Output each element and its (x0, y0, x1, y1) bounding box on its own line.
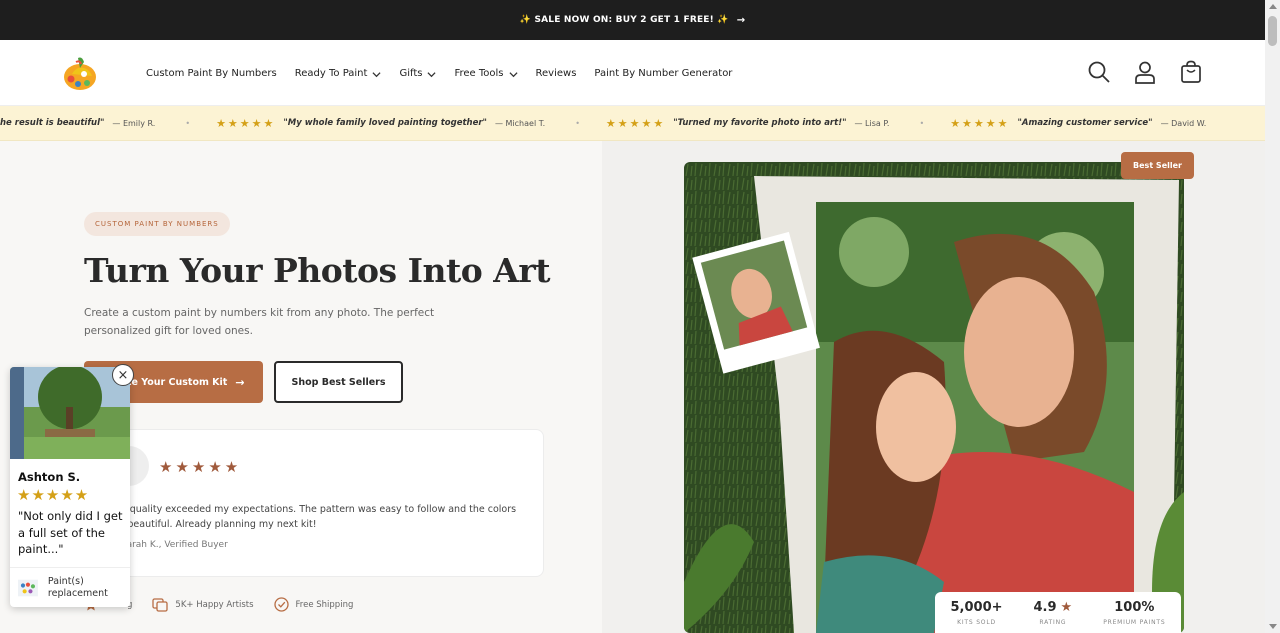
nav-label: Custom Paint By Numbers (146, 67, 277, 79)
nav-label: Ready To Paint (294, 67, 368, 79)
button-label: Shop Best Sellers (291, 376, 386, 388)
stat-value: 5,000+ (950, 600, 1003, 615)
ticker-separator: • (919, 118, 925, 128)
scroll-down-arrow-icon[interactable] (1269, 624, 1277, 629)
shop-best-sellers-button[interactable]: Shop Best Sellers (274, 361, 403, 403)
review-excerpt: "Not only did I get a full set of the pa… (18, 509, 123, 556)
nav-label: Paint By Number Generator (594, 67, 733, 79)
ticker-separator: • (185, 118, 191, 128)
ticker-author: — David W. (1160, 118, 1207, 128)
product-name: Paint(s) replacement (47, 575, 108, 599)
stat-value: 4.9 (1033, 600, 1057, 615)
review-text: The quality exceeded my expectations. Th… (109, 504, 517, 530)
check-circle-icon (273, 597, 289, 612)
chevron-down-icon (372, 71, 381, 77)
hero-title: Turn Your Photos Into Art (84, 251, 551, 290)
star-rating: ★★★★★ (950, 116, 1010, 130)
stat-label: RATING (1039, 619, 1067, 626)
star-icon: ★ (1060, 600, 1073, 615)
star-rating: ★★★★★ (17, 486, 90, 504)
frames-icon (152, 597, 169, 612)
reviewed-product[interactable]: Paint(s) replacement (10, 567, 130, 607)
search-icon[interactable] (1087, 60, 1111, 84)
review-popup[interactable]: Ashton S. ★★★★★ "Not only did I get a fu… (10, 367, 130, 607)
stat-rating: 4.9 ★ RATING (1034, 600, 1073, 633)
best-seller-badge: Best Seller (1121, 152, 1194, 179)
chevron-down-icon (508, 71, 518, 77)
main-nav: Custom Paint By Numbers Ready To Paint G… (146, 40, 750, 106)
nav-label: Free Tools (454, 67, 504, 79)
category-badge: CUSTOM PAINT BY NUMBERS (84, 212, 230, 236)
hero-image-area: Best Seller 5,000+ KITS SOLD 4.9 ★ RATING… (602, 141, 1265, 633)
cart-icon[interactable] (1179, 60, 1203, 84)
nav-gifts[interactable]: Gifts (399, 67, 437, 79)
reviewer-name: Ashton S. (18, 470, 81, 484)
header-icons (1065, 60, 1203, 84)
scrollbar[interactable] (1265, 0, 1280, 633)
stat-label: KITS SOLD (957, 619, 996, 626)
ticker-author: — Emily R. (112, 118, 156, 128)
ticker-quote: "My whole family loved painting together… (283, 118, 487, 128)
trust-shipping: Free Shipping (273, 597, 354, 612)
arrow-right-icon: → (235, 375, 245, 389)
announcement-text: ✨ SALE NOW ON: BUY 2 GET 1 FREE! ✨ (519, 15, 729, 25)
ticker-review: ng and the result is beautiful" — Emily … (0, 118, 155, 128)
trust-label: 5K+ Happy Artists (175, 599, 254, 610)
ticker-quote: "Turned my favorite photo into art!" (673, 118, 847, 128)
featured-review-card: ★★★★★ The quality exceeded my expectatio… (84, 429, 544, 577)
nav-custom-paint-by-numbers[interactable]: Custom Paint By Numbers (146, 68, 277, 79)
close-popup-button[interactable]: × (112, 364, 134, 386)
stats-panel: 5,000+ KITS SOLD 4.9 ★ RATING 100% PREMIU… (935, 592, 1181, 633)
scroll-up-arrow-icon[interactable] (1269, 4, 1277, 9)
ticker-review: ★★★★★ "Amazing customer service" — David… (950, 117, 1206, 130)
site-header: Custom Paint By Numbers Ready To Paint G… (0, 40, 1265, 106)
ticker-author: — Lisa P. (854, 118, 890, 128)
trust-label: Free Shipping (295, 599, 354, 610)
hero-subtitle: Create a custom paint by numbers kit fro… (84, 307, 435, 337)
ticker-quote: "Amazing customer service" (1017, 118, 1153, 128)
star-rating: ★★★★★ (605, 116, 666, 130)
nav-reviews[interactable]: Reviews (536, 68, 577, 79)
trust-artists: 5K+ Happy Artists (152, 597, 254, 612)
ticker-separator: • (575, 118, 580, 128)
stat-premium-paints: 100% PREMIUM PAINTS (1103, 600, 1165, 633)
hero-product-image (684, 162, 1184, 633)
ticker-review: ★★★★★ "Turned my favorite photo into art… (606, 117, 890, 130)
ticker-author: — Michael T. (494, 118, 546, 128)
nav-label: Gifts (399, 67, 423, 79)
ticker-quote: ng and the result is beautiful" (0, 118, 105, 128)
chevron-down-icon (427, 71, 437, 77)
announcement-arrow-icon[interactable]: → (737, 15, 746, 26)
product-thumbnail (18, 579, 38, 596)
review-ticker: ng and the result is beautiful" — Emily … (0, 106, 1265, 141)
logo[interactable] (62, 54, 98, 92)
nav-label: Reviews (535, 67, 577, 79)
star-rating: ★★★★★ (216, 116, 276, 130)
nav-paint-by-number-generator[interactable]: Paint By Number Generator (594, 68, 732, 79)
announcement-bar[interactable]: ✨ SALE NOW ON: BUY 2 GET 1 FREE! ✨ → (0, 0, 1265, 40)
nav-ready-to-paint[interactable]: Ready To Paint (295, 68, 382, 79)
review-photo (10, 367, 130, 459)
stat-label: PREMIUM PAINTS (1103, 619, 1166, 626)
account-icon[interactable] (1133, 60, 1157, 84)
ticker-review: ★★★★★ "My whole family loved painting to… (216, 117, 545, 130)
nav-free-tools[interactable]: Free Tools (454, 67, 518, 79)
stat-value: 100% (1114, 600, 1155, 615)
scroll-thumb[interactable] (1268, 16, 1277, 46)
stat-kits-sold: 5,000+ KITS SOLD (951, 600, 1003, 633)
star-rating: ★★★★★ (159, 458, 242, 476)
